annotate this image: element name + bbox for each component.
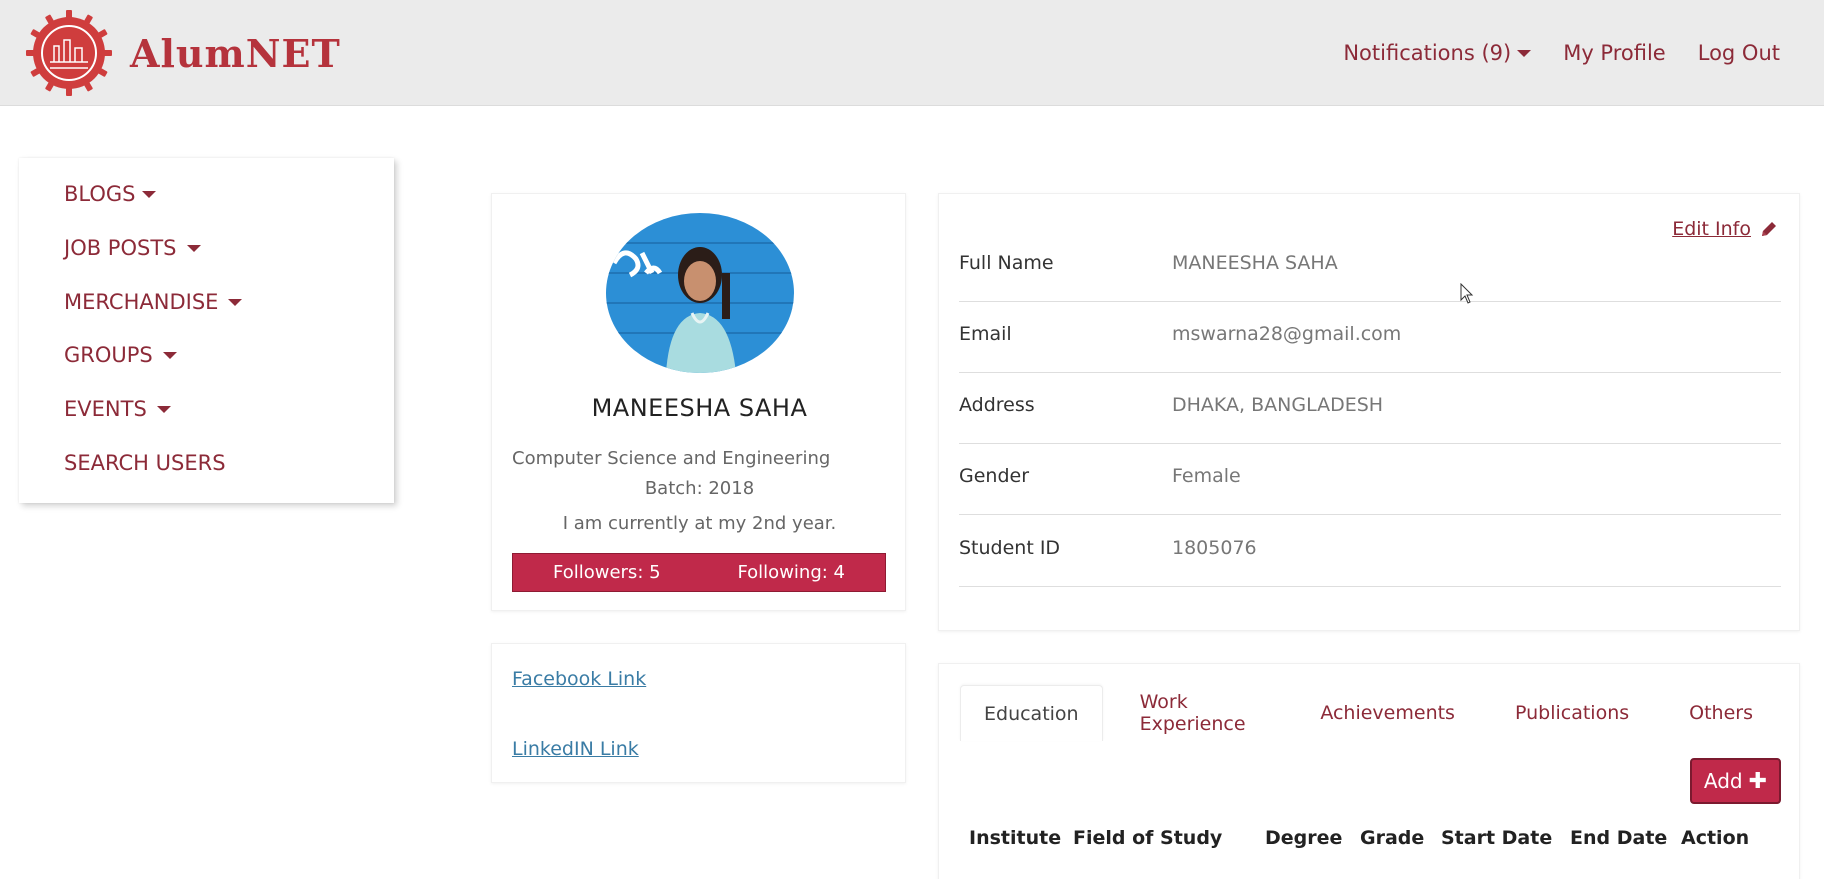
info-value: 1805076 [1172, 537, 1257, 559]
sidebar-item-merchandise[interactable]: MERCHANDISE [64, 290, 243, 314]
sidebar-item-job-posts[interactable]: JOB POSTS [64, 236, 201, 260]
details-tabs-card: Education Work Experience Achievements P… [938, 663, 1800, 879]
sidebar-item-label: SEARCH USERS [64, 451, 226, 475]
info-label: Gender [959, 465, 1030, 487]
profile-card: MANEESHA SAHA Computer Science and Engin… [491, 193, 906, 611]
info-row-student-id: Student ID 1805076 [959, 516, 1781, 587]
follow-stats-bar: Followers: 5 Following: 4 [512, 553, 886, 592]
sidebar-item-blogs[interactable]: BLOGS [64, 182, 156, 206]
column-header-institute: Institute [969, 827, 1062, 849]
info-row-full-name: Full Name MANEESHA SAHA [959, 231, 1781, 302]
linkedin-link[interactable]: LinkedIN Link [512, 738, 639, 760]
tab-publications[interactable]: Publications [1492, 685, 1652, 741]
sidebar-item-label: JOB POSTS [64, 236, 177, 260]
info-label: Address [959, 394, 1035, 416]
caret-down-icon [228, 298, 243, 306]
mouse-cursor-icon [1460, 283, 1474, 304]
personal-info-card: Edit Info Full Name MANEESHA SAHA Email … [938, 193, 1800, 631]
logout-link[interactable]: Log Out [1698, 41, 1780, 65]
social-links-card: Facebook Link LinkedIN Link [491, 643, 906, 783]
brand-home-link[interactable]: AlumNET [26, 10, 341, 96]
info-value: mswarna28@gmail.com [1172, 323, 1402, 345]
caret-down-icon [141, 190, 156, 198]
my-profile-link[interactable]: My Profile [1563, 41, 1666, 65]
column-header-grade: Grade [1360, 827, 1425, 849]
tab-education[interactable]: Education [960, 685, 1103, 741]
info-row-gender: Gender Female [959, 444, 1781, 515]
column-header-degree: Degree [1265, 827, 1343, 849]
info-value: DHAKA, BANGLADESH [1172, 394, 1384, 416]
info-value: MANEESHA SAHA [1172, 252, 1338, 274]
caret-down-icon [162, 351, 177, 359]
sidebar-item-search-users[interactable]: SEARCH USERS [64, 451, 226, 475]
sidebar-menu: BLOGS JOB POSTS MERCHANDISE GROUPS EVENT… [19, 158, 394, 503]
brand-name: AlumNET [130, 30, 341, 76]
info-label: Student ID [959, 537, 1061, 559]
notifications-label: Notifications (9) [1343, 41, 1512, 65]
followers-count[interactable]: Followers: 5 [553, 562, 661, 583]
top-navbar: AlumNET Notifications (9) My Profile Log… [0, 0, 1824, 106]
info-label: Email [959, 323, 1012, 345]
tab-others[interactable]: Others [1666, 685, 1776, 741]
details-tabs: Education Work Experience Achievements P… [960, 685, 1790, 741]
caret-down-icon [156, 405, 171, 413]
add-button-label: Add [1703, 769, 1743, 793]
following-count[interactable]: Following: 4 [737, 562, 845, 583]
university-logo-icon [26, 10, 112, 96]
column-header-start-date: Start Date [1441, 827, 1553, 849]
sidebar-item-label: BLOGS [64, 182, 136, 206]
caret-down-icon [186, 244, 201, 252]
sidebar-item-label: MERCHANDISE [64, 290, 219, 314]
info-row-email: Email mswarna28@gmail.com [959, 302, 1781, 373]
tab-achievements[interactable]: Achievements [1297, 685, 1478, 741]
profile-bio: I am currently at my 2nd year. [562, 513, 837, 534]
profile-name: MANEESHA SAHA [591, 394, 808, 422]
education-table-header: Institute Field of Study Degree Grade St… [969, 827, 1749, 849]
notifications-dropdown[interactable]: Notifications (9) [1343, 41, 1532, 65]
facebook-link[interactable]: Facebook Link [512, 668, 646, 690]
info-row-address: Address DHAKA, BANGLADESH [959, 373, 1781, 444]
plus-icon: ✚ [1748, 768, 1768, 794]
profile-batch: Batch: 2018 [644, 478, 755, 499]
tab-work-experience[interactable]: Work Experience [1117, 685, 1284, 741]
sidebar-item-events[interactable]: EVENTS [64, 397, 171, 421]
sidebar-item-groups[interactable]: GROUPS [64, 343, 177, 367]
profile-photo [606, 213, 794, 373]
profile-department: Computer Science and Engineering [512, 448, 831, 469]
info-value: Female [1172, 465, 1241, 487]
column-header-field-of-study: Field of Study [1073, 827, 1223, 849]
sidebar-item-label: EVENTS [64, 397, 147, 421]
navbar-links: Notifications (9) My Profile Log Out [1311, 0, 1780, 106]
add-education-button[interactable]: Add ✚ [1690, 758, 1781, 804]
caret-down-icon [1517, 49, 1532, 57]
column-header-action: Action [1681, 827, 1750, 849]
avatar [606, 213, 794, 373]
info-label: Full Name [959, 252, 1054, 274]
sidebar-item-label: GROUPS [64, 343, 153, 367]
column-header-end-date: End Date [1570, 827, 1668, 849]
